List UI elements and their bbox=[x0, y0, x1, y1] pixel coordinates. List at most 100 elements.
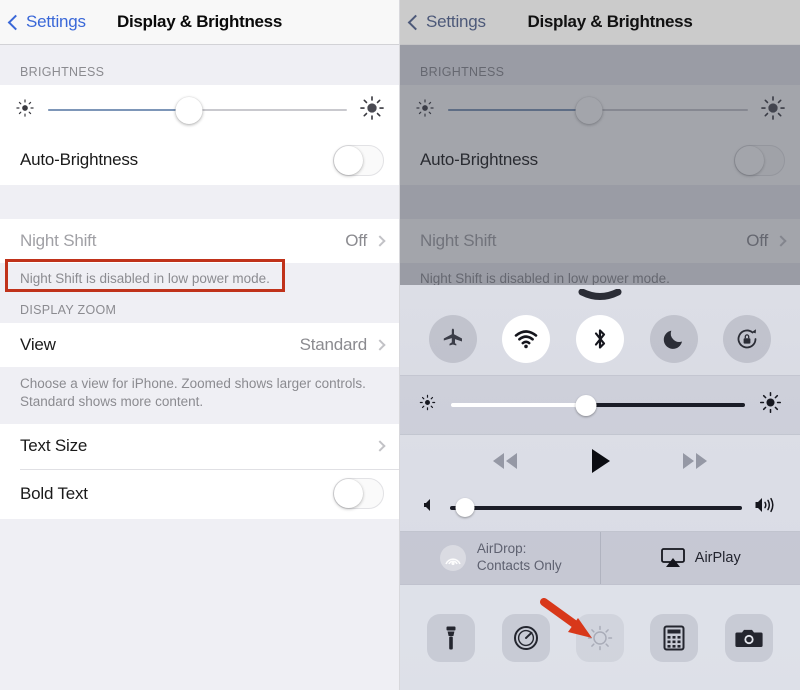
chevron-left-icon bbox=[407, 14, 424, 30]
calculator-icon bbox=[663, 625, 685, 650]
fast-forward-icon bbox=[683, 453, 707, 469]
sun-low-icon bbox=[14, 97, 36, 124]
right-navbar: Settings Display & Brightness bbox=[400, 0, 800, 45]
fast-forward-button[interactable] bbox=[675, 449, 715, 478]
cc-brightness-track[interactable] bbox=[451, 394, 745, 416]
right-phone-panel: Settings Display & Brightness BRIGHTNESS bbox=[400, 0, 800, 690]
slider-thumb[interactable] bbox=[175, 96, 203, 124]
night-shift-shortcut[interactable] bbox=[575, 613, 624, 662]
slider-track-fill bbox=[448, 109, 589, 111]
auto-brightness-label: Auto-Brightness bbox=[420, 150, 538, 169]
night-shift-label: Night Shift bbox=[20, 231, 97, 250]
camera-icon bbox=[735, 629, 763, 647]
timer-shortcut[interactable] bbox=[501, 613, 550, 662]
night-shift-icon bbox=[587, 625, 613, 650]
toggle-knob bbox=[334, 145, 363, 175]
flashlight-icon bbox=[446, 626, 456, 649]
flashlight-shortcut[interactable] bbox=[427, 613, 476, 662]
volume-thumb[interactable] bbox=[455, 498, 475, 517]
section-gap bbox=[400, 185, 800, 219]
bold-text-label: Bold Text bbox=[20, 483, 88, 503]
view-note: Choose a view for iPhone. Zoomed shows l… bbox=[0, 367, 399, 424]
sun-low-icon bbox=[414, 97, 436, 124]
airdrop-button[interactable]: AirDrop: Contacts Only bbox=[400, 532, 600, 584]
volume-track[interactable] bbox=[450, 498, 742, 518]
control-center-shortcuts bbox=[400, 585, 800, 690]
back-button-label: Settings bbox=[26, 12, 86, 31]
control-center: AirDrop: Contacts Only AirPlay bbox=[400, 285, 800, 690]
bluetooth-toggle[interactable] bbox=[575, 315, 624, 363]
night-shift-row[interactable]: Night Shift Off bbox=[0, 219, 399, 263]
sun-high-icon bbox=[359, 95, 385, 126]
rewind-button[interactable] bbox=[485, 449, 525, 478]
volume-control[interactable] bbox=[400, 496, 800, 519]
rewind-icon bbox=[493, 453, 517, 469]
calculator-shortcut[interactable] bbox=[650, 613, 699, 662]
view-label: View bbox=[20, 335, 56, 355]
play-icon bbox=[592, 449, 610, 473]
section-gap bbox=[0, 185, 399, 219]
airplay-label: AirPlay bbox=[694, 549, 741, 566]
auto-brightness-label: Auto-Brightness bbox=[20, 150, 138, 169]
volume-bar bbox=[450, 505, 742, 510]
wifi-toggle[interactable] bbox=[502, 315, 551, 363]
airdrop-line1: AirDrop: bbox=[476, 541, 527, 557]
night-shift-value: Off bbox=[345, 231, 367, 250]
airplane-mode-toggle[interactable] bbox=[428, 315, 477, 363]
night-shift-label: Night Shift bbox=[420, 231, 497, 250]
cc-brightness-filled bbox=[451, 403, 587, 407]
airplay-icon bbox=[660, 548, 685, 567]
left-navbar: Settings Display & Brightness bbox=[0, 0, 399, 45]
airplane-icon bbox=[443, 328, 462, 346]
auto-brightness-row[interactable]: Auto-Brightness bbox=[400, 135, 800, 185]
section-header-display-zoom: DISPLAY ZOOM bbox=[0, 295, 399, 324]
control-center-brightness[interactable] bbox=[400, 376, 800, 434]
bluetooth-icon bbox=[594, 329, 606, 349]
airplay-button[interactable]: AirPlay bbox=[599, 532, 800, 584]
left-phone-panel: Settings Display & Brightness BRIGHTNESS bbox=[0, 0, 400, 690]
control-center-grabber[interactable] bbox=[400, 285, 800, 303]
back-to-settings-button[interactable]: Settings bbox=[0, 12, 86, 32]
view-row[interactable]: View Standard bbox=[0, 323, 399, 368]
do-not-disturb-toggle[interactable] bbox=[649, 315, 698, 363]
page-title: Display & Brightness bbox=[527, 12, 693, 31]
slider-thumb[interactable] bbox=[575, 96, 603, 124]
cc-brightness-remaining bbox=[586, 403, 745, 407]
chevron-left-icon bbox=[7, 14, 24, 30]
brightness-slider-row[interactable] bbox=[400, 85, 800, 135]
camera-shortcut[interactable] bbox=[724, 613, 773, 662]
toggle-knob bbox=[334, 479, 363, 509]
view-value: Standard bbox=[299, 335, 368, 355]
night-shift-row[interactable]: Night Shift Off bbox=[400, 219, 800, 263]
sun-high-icon bbox=[759, 391, 782, 419]
rotation-lock-icon bbox=[737, 329, 757, 349]
media-transport-controls bbox=[400, 447, 800, 480]
back-to-settings-button[interactable]: Settings bbox=[400, 12, 486, 32]
rotation-lock-toggle[interactable] bbox=[723, 315, 772, 363]
auto-brightness-toggle[interactable] bbox=[734, 144, 785, 176]
bottom-gap bbox=[0, 518, 399, 679]
auto-brightness-row[interactable]: Auto-Brightness bbox=[0, 135, 399, 185]
section-header-brightness: BRIGHTNESS bbox=[400, 45, 800, 85]
airdrop-line2: Contacts Only bbox=[476, 558, 562, 573]
toggle-knob bbox=[735, 145, 764, 175]
brightness-slider-row[interactable] bbox=[0, 85, 399, 135]
night-shift-note: Night Shift is disabled in low power mod… bbox=[0, 263, 399, 296]
speaker-mute-icon bbox=[422, 497, 438, 518]
play-button[interactable] bbox=[587, 447, 613, 480]
sun-low-icon bbox=[418, 393, 437, 417]
chevron-right-icon bbox=[374, 235, 386, 247]
auto-brightness-toggle[interactable] bbox=[333, 144, 384, 176]
brightness-slider-track[interactable] bbox=[48, 96, 347, 124]
speaker-loud-icon bbox=[754, 496, 778, 519]
brightness-slider-track[interactable] bbox=[448, 96, 748, 124]
bold-text-toggle[interactable] bbox=[333, 478, 384, 510]
control-center-media bbox=[400, 435, 800, 531]
control-center-toggles bbox=[400, 303, 800, 375]
cc-brightness-thumb[interactable] bbox=[575, 394, 597, 416]
bold-text-row[interactable]: Bold Text bbox=[0, 468, 399, 519]
sun-high-icon bbox=[760, 95, 786, 126]
control-center-airdrop-airplay: AirDrop: Contacts Only AirPlay bbox=[400, 532, 800, 584]
text-size-row[interactable]: Text Size bbox=[0, 423, 399, 469]
grabber-chevron-icon bbox=[578, 289, 622, 300]
